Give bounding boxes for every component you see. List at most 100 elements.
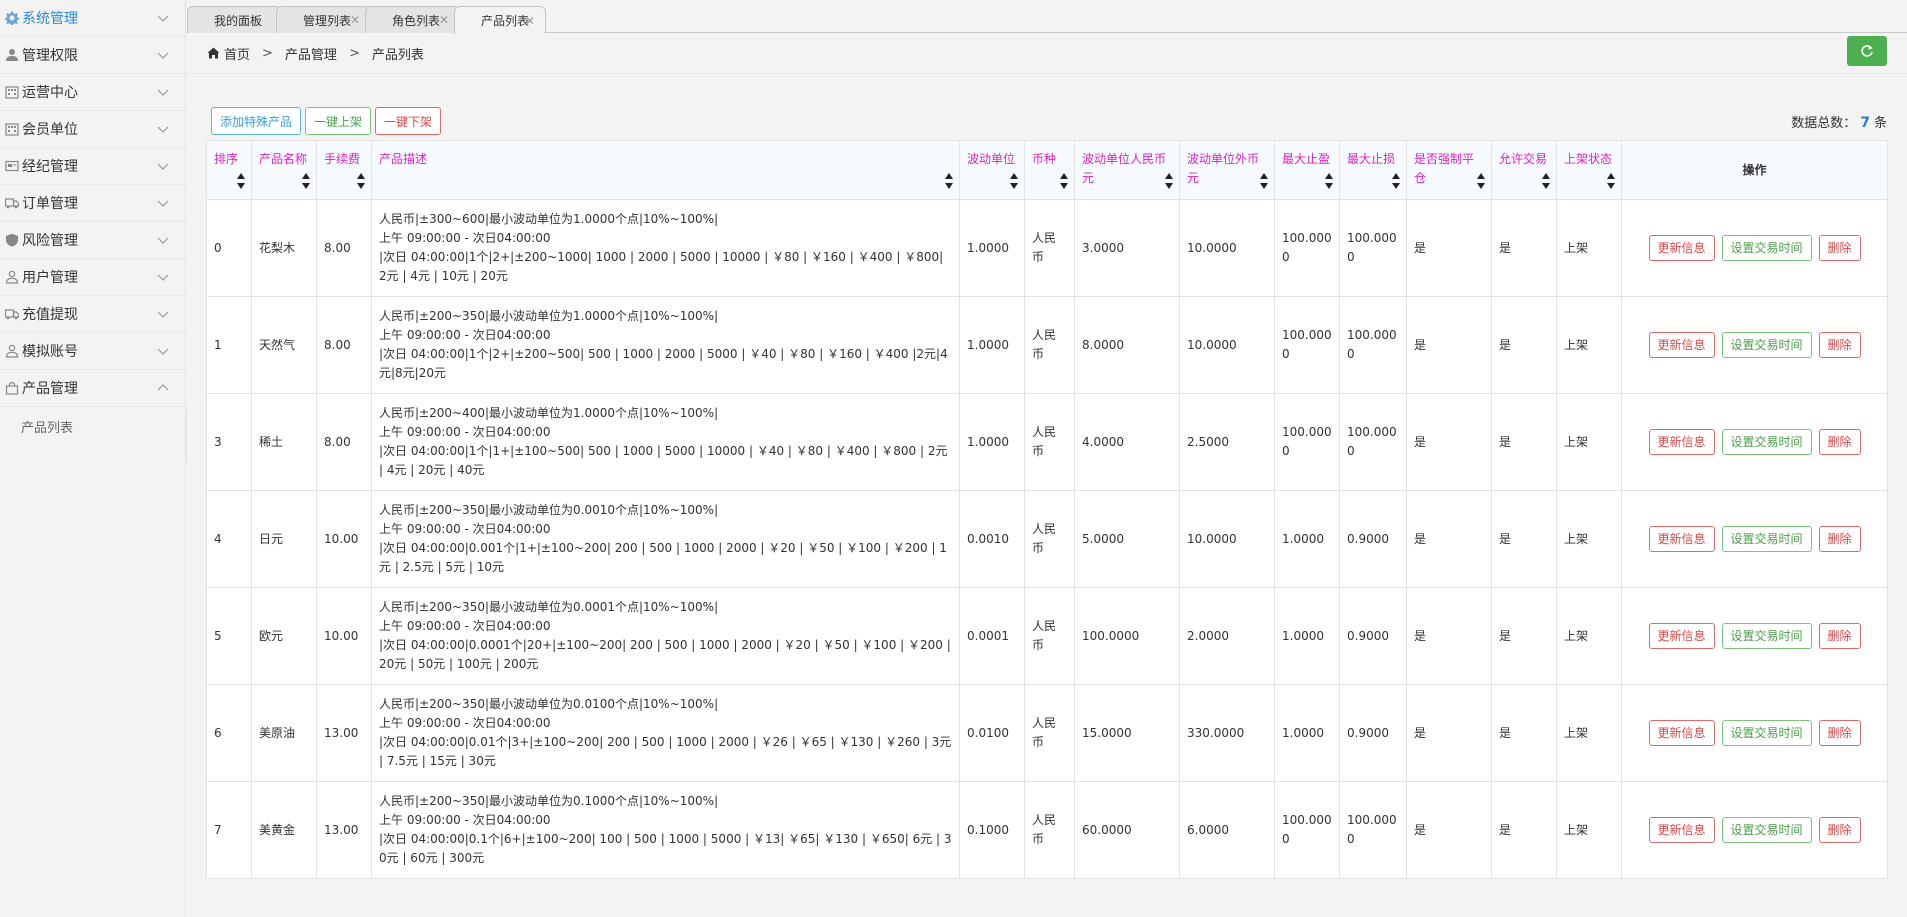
delist-all-button[interactable]: 一键下架	[375, 107, 441, 135]
sidebar-item-6[interactable]: 风险管理	[0, 222, 185, 259]
list-all-button[interactable]: 一键上架	[305, 107, 371, 135]
update-info-button[interactable]: 更新信息	[1648, 526, 1715, 552]
user-outline-icon	[4, 270, 20, 284]
column-header-2[interactable]: 手续费	[316, 140, 372, 200]
sort-icon	[1010, 173, 1018, 189]
sidebar-item-8[interactable]: 充值提现	[0, 296, 185, 333]
cell-allow-trade: 是	[1491, 393, 1557, 491]
cell-currency: 人民币	[1024, 684, 1075, 782]
sidebar-item-5[interactable]: 订单管理	[0, 185, 185, 222]
tab-3[interactable]: 产品列表 ✕	[454, 6, 546, 34]
close-icon[interactable]: ✕	[439, 13, 449, 27]
total-count-number: 7	[1860, 115, 1870, 131]
shield-icon	[4, 233, 20, 247]
update-info-button[interactable]: 更新信息	[1648, 332, 1715, 358]
column-header-1[interactable]: 产品名称	[251, 140, 317, 200]
desc-line: 人民币|±200~350|最小波动单位为0.0001个点|10%~100%|	[379, 600, 719, 614]
set-trade-time-button[interactable]: 设置交易时间	[1721, 332, 1812, 358]
refresh-icon	[1861, 45, 1873, 57]
cell-max-profit: 1.0000	[1274, 587, 1340, 685]
sort-icon	[1542, 173, 1550, 189]
delete-button[interactable]: 删除	[1818, 817, 1861, 843]
update-info-button[interactable]: 更新信息	[1648, 429, 1715, 455]
tab-1[interactable]: 管理列表 ✕	[276, 6, 371, 33]
tab-2[interactable]: 角色列表 ✕	[365, 6, 460, 33]
set-trade-time-button[interactable]: 设置交易时间	[1721, 429, 1812, 455]
tab-label: 角色列表	[392, 13, 441, 28]
cell-desc: 人民币|±200~350|最小波动单位为0.1000个点|10%~100%| 上午…	[371, 781, 960, 879]
delete-button[interactable]: 删除	[1818, 526, 1861, 552]
delete-button[interactable]: 删除	[1818, 235, 1861, 261]
cell-operations: 更新信息 设置交易时间 删除	[1621, 781, 1888, 879]
sidebar-item-2[interactable]: 运营中心	[0, 74, 185, 111]
row-actions: 更新信息 设置交易时间 删除	[1629, 526, 1880, 552]
cell-max-profit: 100.0000	[1274, 781, 1340, 879]
column-header-12[interactable]: 上架状态	[1556, 140, 1622, 200]
sidebar-item-4[interactable]: 经纪管理	[0, 148, 185, 185]
column-header-5[interactable]: 币种	[1024, 140, 1075, 200]
sidebar-subitem-product-list[interactable]: 产品列表	[0, 407, 185, 445]
set-trade-time-button[interactable]: 设置交易时间	[1721, 235, 1812, 261]
desc-line: 人民币|±300~600|最小波动单位为1.0000个点|10%~100%|	[379, 212, 719, 226]
sidebar-item-1[interactable]: 管理权限	[0, 37, 185, 74]
column-header-9[interactable]: 最大止损	[1339, 140, 1407, 200]
building-icon	[4, 85, 20, 99]
product-table: 排序 产品名称 手续费 产品描述 波动单位 币种 波动单位人民币元 波动单位外币元 最大止盈 最大…	[206, 140, 1888, 879]
delete-button[interactable]: 删除	[1818, 332, 1861, 358]
main-content: 我的面板 管理列表 ✕ 角色列表 ✕ 产品列表 ✕ 首页 > 产品管理 > 产品列表 添加特…	[187, 0, 1907, 917]
user-icon	[4, 48, 20, 62]
sidebar-item-9[interactable]: 模拟账号	[0, 333, 185, 370]
cell-sort: 1	[206, 296, 252, 394]
column-header-6[interactable]: 波动单位人民币元	[1074, 140, 1180, 200]
sidebar-item-10[interactable]: 产品管理	[0, 370, 185, 407]
close-icon[interactable]: ✕	[350, 13, 360, 27]
update-info-button[interactable]: 更新信息	[1648, 235, 1715, 261]
column-header-8[interactable]: 最大止盈	[1274, 140, 1340, 200]
delete-button[interactable]: 删除	[1818, 720, 1861, 746]
chevron-down-icon	[157, 200, 169, 207]
column-header-13: 操作	[1621, 140, 1888, 200]
tab-0[interactable]: 我的面板	[187, 6, 282, 33]
sort-icon	[1060, 173, 1068, 189]
column-header-3[interactable]: 产品描述	[371, 140, 960, 200]
cell-cny-unit: 100.0000	[1074, 587, 1180, 685]
cell-operations: 更新信息 设置交易时间 删除	[1621, 684, 1888, 782]
column-header-4[interactable]: 波动单位	[959, 140, 1025, 200]
cell-unit: 1.0000	[959, 296, 1025, 394]
desc-line: 人民币|±200~350|最小波动单位为0.0010个点|10%~100%|	[379, 503, 719, 517]
row-actions: 更新信息 设置交易时间 删除	[1629, 720, 1880, 746]
column-header-7[interactable]: 波动单位外币元	[1179, 140, 1275, 200]
update-info-button[interactable]: 更新信息	[1648, 720, 1715, 746]
set-trade-time-button[interactable]: 设置交易时间	[1721, 623, 1812, 649]
chevron-down-icon	[157, 311, 169, 318]
desc-line: 上午 09:00:00 - 次日04:00:00	[379, 716, 551, 730]
update-info-button[interactable]: 更新信息	[1648, 623, 1715, 649]
breadcrumb-product-management[interactable]: 产品管理	[285, 44, 337, 63]
sidebar-item-7[interactable]: 用户管理	[0, 259, 185, 296]
add-special-product-button[interactable]: 添加特殊产品	[211, 107, 301, 135]
update-info-button[interactable]: 更新信息	[1648, 817, 1715, 843]
sidebar-item-3[interactable]: 会员单位	[0, 111, 185, 148]
delete-button[interactable]: 删除	[1818, 623, 1861, 649]
column-header-0[interactable]: 排序	[206, 140, 252, 200]
cell-force-close: 是	[1406, 684, 1492, 782]
cell-currency: 人民币	[1024, 587, 1075, 685]
delete-button[interactable]: 删除	[1818, 429, 1861, 455]
row-actions: 更新信息 设置交易时间 删除	[1629, 235, 1880, 261]
set-trade-time-button[interactable]: 设置交易时间	[1721, 526, 1812, 552]
refresh-button[interactable]	[1847, 36, 1887, 66]
column-header-label: 排序	[214, 152, 239, 166]
column-header-10[interactable]: 是否强制平仓	[1406, 140, 1492, 200]
cell-status: 上架	[1556, 684, 1622, 782]
cell-status: 上架	[1556, 490, 1622, 588]
column-header-11[interactable]: 允许交易	[1491, 140, 1557, 200]
sidebar-item-label: 订单管理	[22, 196, 78, 212]
desc-line: |次日 04:00:00|0.001个|1+|±100~200| 200 | 5…	[379, 541, 947, 574]
cell-operations: 更新信息 设置交易时间 删除	[1621, 587, 1888, 685]
desc-line: |次日 04:00:00|0.1个|6+|±100~200| 100 | 500…	[379, 832, 952, 865]
set-trade-time-button[interactable]: 设置交易时间	[1721, 720, 1812, 746]
set-trade-time-button[interactable]: 设置交易时间	[1721, 817, 1812, 843]
breadcrumb-home[interactable]: 首页	[224, 44, 250, 63]
sidebar-item-0[interactable]: 系统管理	[0, 0, 185, 37]
close-icon[interactable]: ✕	[525, 14, 535, 28]
